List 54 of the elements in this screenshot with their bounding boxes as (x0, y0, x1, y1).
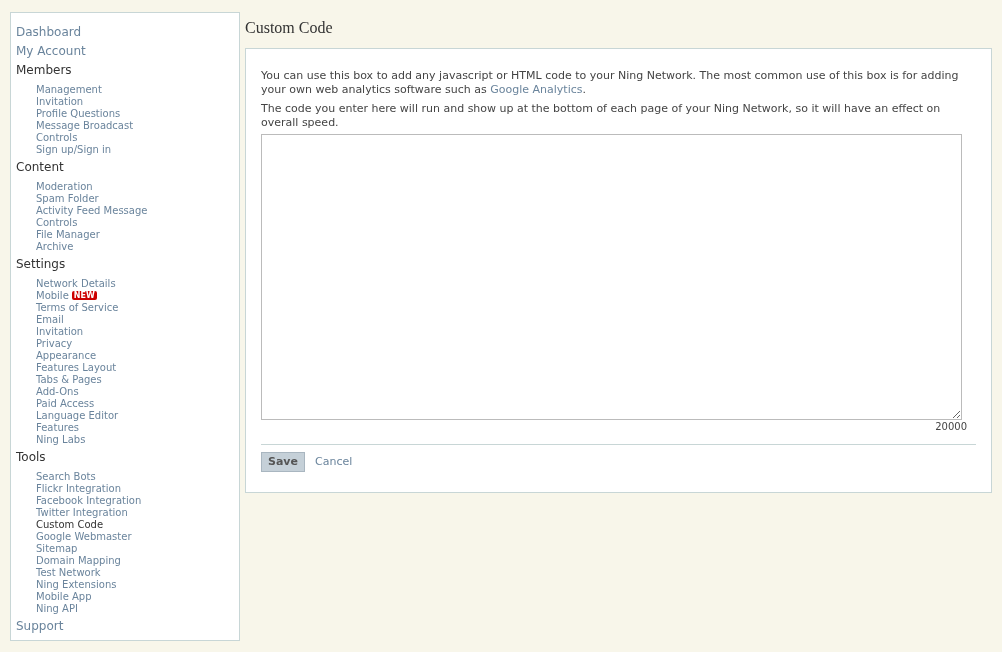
sidebar-item[interactable]: Network Details (36, 278, 116, 290)
sidebar-item[interactable]: Sitemap (36, 543, 78, 555)
new-badge: NEW (71, 290, 97, 300)
sidebar-item[interactable]: Ning Extensions (36, 579, 117, 591)
sidebar-item[interactable]: Invitation (36, 326, 84, 338)
sidebar-item[interactable]: Ning Labs (36, 434, 86, 446)
sidebar-link[interactable]: My Account (16, 42, 86, 61)
sidebar-item[interactable]: Mobile App (36, 591, 92, 603)
sidebar-item[interactable]: Features (36, 422, 79, 434)
sidebar-item[interactable]: Archive (36, 241, 74, 253)
sidebar-item[interactable]: Ning API (36, 603, 78, 615)
sidebar-item[interactable]: Tabs & Pages (36, 374, 102, 386)
sidebar-item[interactable]: Google Webmaster (36, 531, 132, 543)
sidebar-item[interactable]: Message Broadcast (36, 120, 134, 132)
sidebar-item[interactable]: Sign up/Sign in (36, 144, 112, 156)
sidebar-item[interactable]: Appearance (36, 350, 97, 362)
sidebar-item[interactable]: Test Network (36, 567, 101, 579)
sidebar-item[interactable]: Profile Questions (36, 108, 121, 120)
page-title: Custom Code (245, 18, 334, 38)
sidebar-item[interactable]: Mobile (36, 290, 69, 302)
sidebar-link[interactable]: Dashboard (16, 23, 82, 42)
sidebar-item[interactable]: Privacy (36, 338, 73, 350)
sidebar-item[interactable]: Features Layout (36, 362, 117, 374)
sidebar-heading: Settings (16, 256, 66, 273)
character-count: 20000 (935, 420, 967, 434)
sidebar-item[interactable]: File Manager (36, 229, 100, 241)
sidebar-item[interactable]: Add-Ons (36, 386, 79, 398)
code-field[interactable] (261, 134, 962, 420)
sidebar-item[interactable]: Language Editor (36, 410, 119, 422)
sidebar-item[interactable]: Controls (36, 132, 78, 144)
cancel-link[interactable]: Cancel (315, 453, 353, 471)
sidebar-item[interactable]: Invitation (36, 96, 84, 108)
sidebar-heading: Members (16, 62, 72, 79)
sidebar-heading: Content (16, 159, 64, 176)
sidebar-item[interactable]: Custom Code (36, 519, 104, 531)
sidebar-item[interactable]: Terms of Service (36, 302, 119, 314)
sidebar-item[interactable]: Moderation (36, 181, 93, 193)
sidebar-item[interactable]: Spam Folder (36, 193, 99, 205)
analytics-link[interactable]: Google Analytics (490, 83, 583, 96)
sidebar-item[interactable]: Email (36, 314, 64, 326)
sidebar-item[interactable]: Search Bots (36, 471, 96, 483)
sidebar-link[interactable]: Support (16, 617, 64, 636)
sidebar-heading: Tools (16, 449, 46, 466)
sidebar-item[interactable]: Paid Access (36, 398, 95, 410)
speed-note: The code you enter here will run and show up at the bottom of each page of your Ning Network, so it will have an effect on overall speed. (261, 102, 942, 130)
sidebar-item[interactable]: Facebook Integration (36, 495, 142, 507)
save-button[interactable]: Save (261, 452, 305, 472)
sidebar-item[interactable]: Management (36, 84, 102, 96)
sidebar-item[interactable]: Activity Feed Message (36, 205, 148, 217)
intro-text: You can use this box to add any javascript or HTML code to your Ning Network. The most common use of this box is for adding your own web analytics software such as Google Analytics. (261, 69, 960, 97)
sidebar-item[interactable]: Flickr Integration (36, 483, 121, 495)
sidebar-item[interactable]: Twitter Integration (36, 507, 128, 519)
sidebar-item[interactable]: Controls (36, 217, 78, 229)
sidebar-item[interactable]: Domain Mapping (36, 555, 121, 567)
